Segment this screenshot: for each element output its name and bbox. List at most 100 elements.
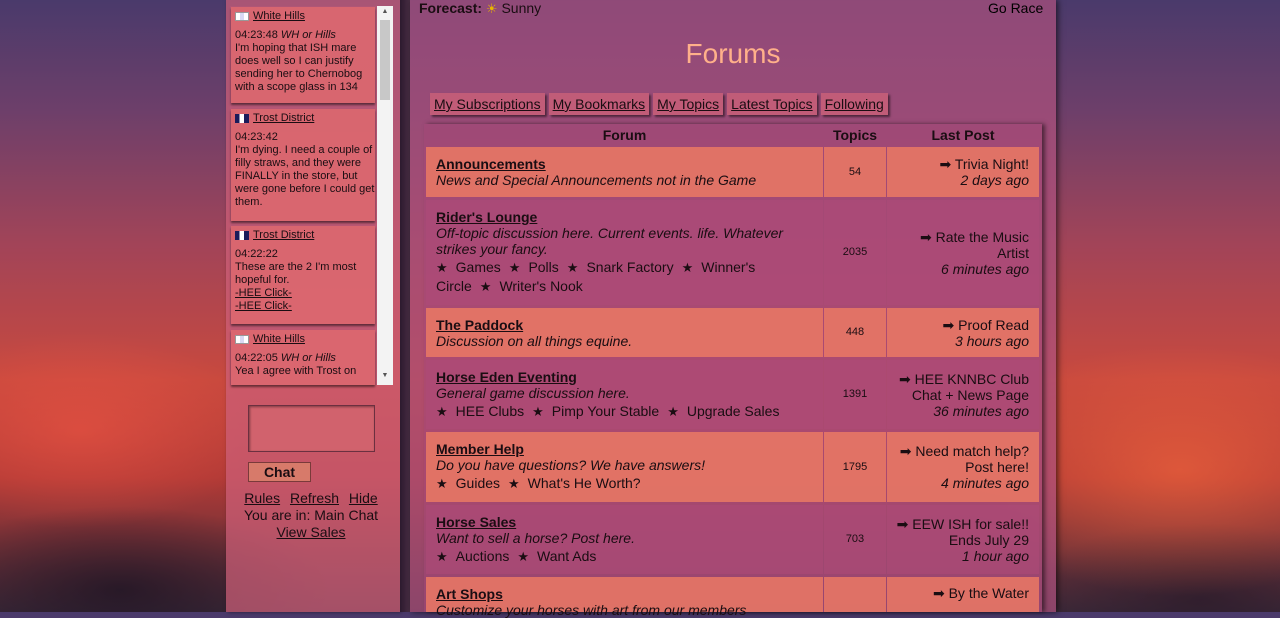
last-post-link[interactable]: HEE KNNBC Club Chat + News Page xyxy=(912,371,1029,403)
star-icon: ★ xyxy=(508,476,520,491)
refresh-link[interactable]: Refresh xyxy=(290,490,339,506)
last-post-cell: ➡ Proof Read 3 hours ago xyxy=(887,308,1039,357)
tab-my-subscriptions[interactable]: My Subscriptions xyxy=(430,93,545,115)
topic-count: 1795 xyxy=(824,432,886,502)
tab-latest-topics[interactable]: Latest Topics xyxy=(727,93,817,115)
chat-user-link[interactable]: White Hills xyxy=(253,10,305,23)
topic-count xyxy=(824,577,886,612)
last-post-cell: ➡ By the Water xyxy=(887,577,1039,612)
star-icon: ★ xyxy=(681,260,694,275)
tab-my-topics[interactable]: My Topics xyxy=(653,93,724,115)
subforum-link[interactable]: Guides xyxy=(456,475,500,491)
subforum-list: ★ Games ★ Polls ★ Snark Factory ★ Winner's Circ… xyxy=(436,258,813,296)
last-post-link[interactable]: Rate the Music Artist xyxy=(936,229,1029,261)
scroll-up-icon[interactable]: ▲ xyxy=(377,8,393,15)
forum-cell: Announcements News and Special Announceme… xyxy=(426,147,823,197)
arrow-right-icon: ➡ xyxy=(939,156,952,172)
forum-description: Want to sell a horse? Post here. xyxy=(436,530,635,546)
chat-message: White Hills 04:22:05 WH or Hills Yea I a… xyxy=(231,330,375,385)
chat-user-link[interactable]: White Hills xyxy=(253,333,305,346)
view-sales-link[interactable]: View Sales xyxy=(276,524,345,540)
scroll-thumb[interactable] xyxy=(380,20,390,100)
last-post-cell: ➡ Trivia Night! 2 days ago xyxy=(887,147,1039,197)
col-topics-header: Topics xyxy=(832,127,878,143)
arrow-right-icon: ➡ xyxy=(942,317,955,333)
chat-tag: WH or Hills xyxy=(280,29,336,41)
last-post-time: 2 days ago xyxy=(960,172,1030,188)
star-icon: ★ xyxy=(566,260,579,275)
forum-name-link[interactable]: Horse Sales xyxy=(436,514,813,530)
forecast-value: Sunny xyxy=(501,0,542,16)
forum-name-link[interactable]: Member Help xyxy=(436,441,813,457)
subforum-link[interactable]: What's He Worth? xyxy=(528,475,641,491)
go-race-link[interactable]: Go Race xyxy=(988,0,1043,16)
flag-icon xyxy=(235,12,249,21)
chat-scrollbar[interactable]: ▲ ▼ xyxy=(377,6,393,385)
chat-links: Rules Refresh Hide You are in: Main Chat… xyxy=(226,490,396,541)
star-icon: ★ xyxy=(508,260,521,275)
last-post-cell: ➡ Need match help? Post here! 4 minutes a… xyxy=(887,432,1039,502)
topic-count: 448 xyxy=(824,308,886,357)
flag-icon xyxy=(235,114,249,123)
sun-icon: ☀ xyxy=(485,1,498,16)
forum-description: Customize your horses with art from our … xyxy=(436,602,747,618)
arrow-right-icon: ➡ xyxy=(899,371,911,387)
subforum-link[interactable]: Polls xyxy=(528,259,558,275)
subforum-link[interactable]: Games xyxy=(456,259,501,275)
col-forum-header: Forum xyxy=(602,127,647,143)
subforum-link[interactable]: Writer's Nook xyxy=(499,278,582,294)
star-icon: ★ xyxy=(436,260,448,275)
last-post-cell: ➡ HEE KNNBC Club Chat + News Page 36 minu… xyxy=(887,360,1039,429)
rules-link[interactable]: Rules xyxy=(244,490,280,506)
forum-cell: Horse Eden Eventing General game discussi… xyxy=(426,360,823,429)
arrow-right-icon: ➡ xyxy=(899,443,912,459)
tab-following[interactable]: Following xyxy=(820,93,888,115)
star-icon: ★ xyxy=(479,279,492,294)
subforum-link[interactable]: Auctions xyxy=(456,548,510,564)
subforum-link[interactable]: Upgrade Sales xyxy=(687,403,780,419)
hide-link[interactable]: Hide xyxy=(349,490,378,506)
chat-text: I'm dying. I need a couple of filly stra… xyxy=(235,144,375,208)
forecast-label: Forecast: xyxy=(419,0,483,16)
forum-name-link[interactable]: Art Shops xyxy=(436,586,813,602)
chat-input[interactable] xyxy=(248,405,375,452)
col-last-post-header: Last Post xyxy=(931,127,995,143)
last-post-link[interactable]: Proof Read xyxy=(958,317,1029,333)
last-post-time: 36 minutes ago xyxy=(933,403,1029,419)
chat-user-link[interactable]: Trost District xyxy=(253,229,314,242)
subforum-link[interactable]: Snark Factory xyxy=(586,259,673,275)
last-post-time: 3 hours ago xyxy=(955,333,1029,349)
star-icon: ★ xyxy=(517,549,530,564)
star-icon: ★ xyxy=(667,404,679,419)
hee-click-link[interactable]: -HEE Click- xyxy=(235,287,292,299)
tab-my-bookmarks[interactable]: My Bookmarks xyxy=(548,93,650,115)
chat-message: Trost District 04:22:22 These are the 2 … xyxy=(231,226,375,324)
forum-description: News and Special Announcements not in th… xyxy=(436,172,757,188)
forum-name-link[interactable]: The Paddock xyxy=(436,317,813,333)
forum-name-link[interactable]: Announcements xyxy=(436,156,813,172)
scroll-down-icon[interactable]: ▼ xyxy=(377,372,393,379)
chat-message: Trost District 04:23:42 I'm dying. I nee… xyxy=(231,109,375,221)
hee-click-link[interactable]: -HEE Click- xyxy=(235,300,292,312)
chat-time: 04:22:22 xyxy=(235,248,278,260)
panel-divider xyxy=(400,0,410,612)
star-icon: ★ xyxy=(532,404,544,419)
subforum-link[interactable]: Want Ads xyxy=(537,548,596,564)
last-post-link[interactable]: By the Water xyxy=(949,585,1029,601)
forum-name-link[interactable]: Rider's Lounge xyxy=(436,209,813,225)
forum-cell: Horse Sales Want to sell a horse? Post he… xyxy=(426,505,823,574)
subforum-link[interactable]: HEE Clubs xyxy=(456,403,524,419)
chat-user-link[interactable]: Trost District xyxy=(253,112,314,125)
forum-name-link[interactable]: Horse Eden Eventing xyxy=(436,369,813,385)
forum-description: Discussion on all things equine. xyxy=(436,333,633,349)
chat-text: Yea I agree with Trost on xyxy=(235,365,357,377)
subforum-link[interactable]: Pimp Your Stable xyxy=(552,403,659,419)
last-post-link[interactable]: Trivia Night! xyxy=(955,156,1029,172)
forum-description: Do you have questions? We have answers! xyxy=(436,457,706,473)
arrow-right-icon: ➡ xyxy=(932,585,945,601)
last-post-link[interactable]: EEW ISH for sale!! Ends July 29 xyxy=(912,516,1029,548)
last-post-link[interactable]: Need match help? Post here! xyxy=(915,443,1029,475)
subforum-list: ★ Auctions ★ Want Ads xyxy=(436,547,813,566)
last-post-cell: ➡ Rate the Music Artist 6 minutes ago xyxy=(887,200,1039,305)
chat-button[interactable]: Chat xyxy=(248,462,311,482)
